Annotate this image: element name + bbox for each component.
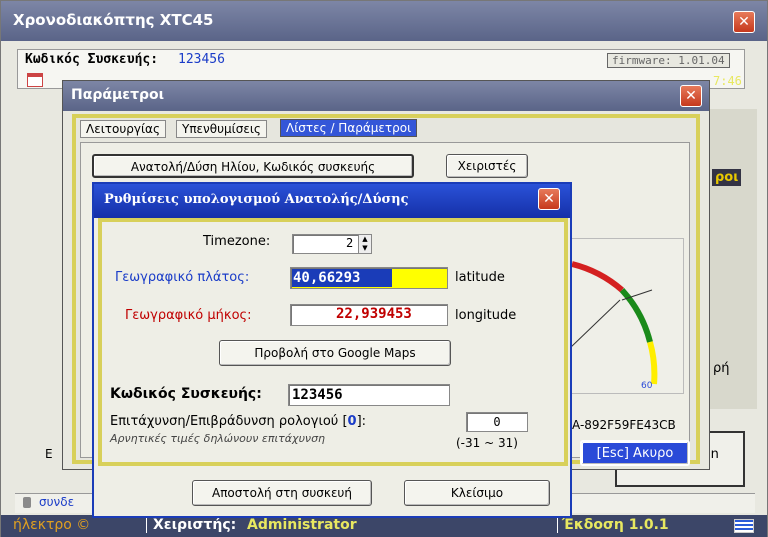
- operators-button[interactable]: Χειριστές: [446, 154, 528, 178]
- send-to-device-button[interactable]: Αποστολή στη συσκευή: [192, 480, 372, 506]
- dialog-device-code-label: Κωδικός Συσκευής:: [110, 386, 262, 402]
- main-device-code-value: 123456: [178, 52, 225, 67]
- clock-adjust-label-text: Επιτάχυνση/Επιβράδυνση ρολογιού [: [110, 414, 348, 429]
- spinner-down-icon[interactable]: ▼: [359, 244, 371, 253]
- clock-adjust-input[interactable]: 0: [466, 412, 528, 432]
- esc-cancel-button[interactable]: [Esc] Ακυρο: [580, 440, 690, 466]
- dialog-close-button[interactable]: Κλείσιμο: [404, 480, 550, 506]
- footer-brand: ήλεκτρο ©: [13, 517, 91, 533]
- flag-icon[interactable]: [734, 519, 754, 533]
- right-partial-text-1: ροι: [712, 169, 742, 186]
- sun-dialog-close-button[interactable]: ✕: [538, 188, 560, 210]
- tab-lists-parameters[interactable]: Λίστες / Παράμετροι: [280, 119, 418, 137]
- longitude-label: Γεωγραφικό μήκος:: [125, 308, 252, 323]
- clock-adjust-note: Αρνητικές τιμές δηλώνουν επιτάχυνση: [110, 432, 326, 445]
- dialog-device-code-input[interactable]: 123456: [288, 384, 450, 406]
- gauge-tick-label: 60: [641, 381, 653, 391]
- main-clock-partial: 7:46: [713, 74, 742, 88]
- timezone-label: Timezone:: [203, 234, 271, 249]
- sunrise-sunset-button[interactable]: Ανατολή/Δύση Ηλίου, Κωδικός συσκευής: [92, 154, 414, 178]
- timezone-spinner[interactable]: ▲ ▼: [358, 235, 371, 253]
- footer-operator-value: Administrator: [247, 517, 357, 533]
- params-close-button[interactable]: ✕: [680, 85, 702, 107]
- latitude-label: Γεωγραφικό πλάτος:: [115, 270, 250, 285]
- longitude-unit: longitude: [455, 308, 517, 323]
- main-device-code-label: Κωδικός Συσκευής:: [25, 52, 159, 67]
- right-partial-text-2: ρή: [713, 361, 730, 376]
- database-icon: [23, 497, 31, 508]
- footer-version: Έκδοση 1.0.1: [557, 517, 669, 533]
- clock-adjust-close: ]:: [356, 414, 367, 429]
- params-window-title: Παράμετροι: [71, 87, 165, 103]
- clock-adjust-range: (-31 ~ 31): [456, 436, 518, 450]
- calendar-icon[interactable]: [27, 73, 43, 87]
- guid-partial: A-892F59FE43CB: [572, 418, 676, 432]
- tab-reminders[interactable]: Υπενθυμίσεις: [176, 120, 267, 138]
- google-maps-button[interactable]: Προβολή στο Google Maps: [219, 340, 451, 366]
- sun-dialog-title: Ρυθμίσεις υπολογισμού Ανατολής/Δύσης: [104, 192, 409, 207]
- left-partial-text: E: [45, 447, 53, 461]
- clock-adjust-label: Επιτάχυνση/Επιβράδυνση ρολογιού [0]:: [110, 414, 366, 429]
- main-window-title: Χρονοδιακόπτης XTC45: [13, 11, 214, 29]
- tab-functions[interactable]: Λειτουργίας: [80, 120, 166, 138]
- spinner-up-icon[interactable]: ▲: [359, 235, 371, 244]
- main-close-button[interactable]: ✕: [733, 11, 755, 33]
- longitude-value: 22,939453: [336, 306, 412, 322]
- firmware-badge: firmware: 1.01.04: [607, 53, 730, 68]
- latitude-unit: latitude: [455, 270, 505, 285]
- latitude-input[interactable]: 40,66293: [290, 267, 448, 289]
- timezone-value: 2: [346, 236, 354, 250]
- clock-adjust-zero: 0: [347, 414, 357, 429]
- status-left-text: συνδε: [39, 495, 75, 509]
- footer-operator-label: Χειριστής:: [146, 517, 236, 533]
